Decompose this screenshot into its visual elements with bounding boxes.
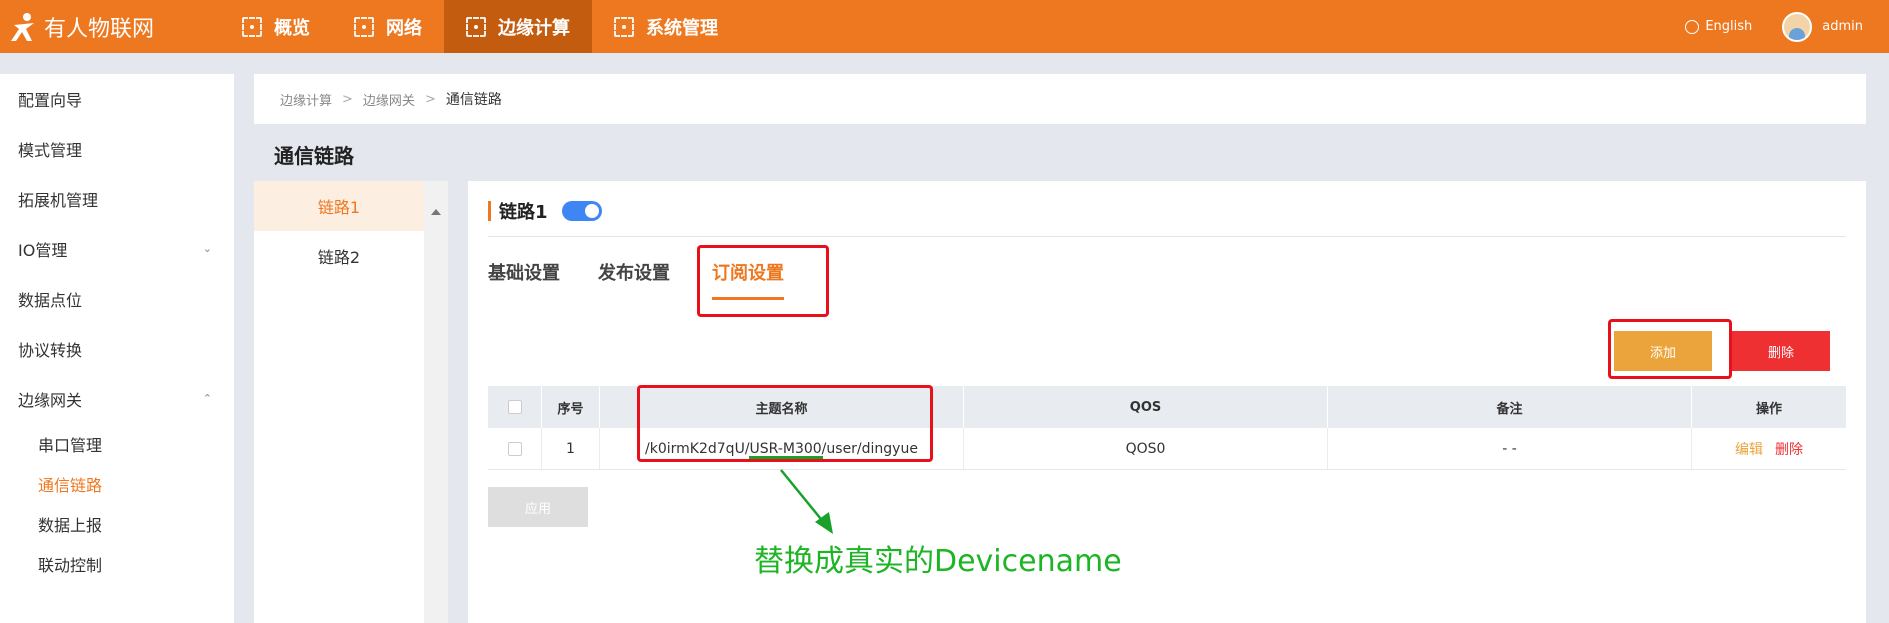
logo-text: 有人物联网 bbox=[44, 16, 155, 42]
sidebar-item-label: 数据点位 bbox=[18, 291, 83, 310]
chevron-down-icon: ⌄ bbox=[202, 242, 212, 255]
nav-network[interactable]: 网络 bbox=[332, 0, 444, 53]
header-index: 序号 bbox=[542, 386, 600, 428]
chevron-right-icon: > bbox=[342, 91, 353, 107]
sidebar-item-label: 配置向导 bbox=[18, 91, 83, 110]
highlight-box-add bbox=[1608, 319, 1732, 379]
scrollbar[interactable] bbox=[424, 181, 448, 623]
breadcrumb-current: 通信链路 bbox=[445, 92, 502, 108]
sidebar-item-label: 模式管理 bbox=[18, 141, 83, 160]
breadcrumb-item[interactable]: 边缘计算 bbox=[280, 90, 332, 109]
sidebar-subitem-data-report[interactable]: 数据上报 bbox=[0, 504, 234, 544]
top-right-controls: English admin bbox=[1685, 0, 1863, 53]
sidebar-item-mode-management[interactable]: 模式管理 bbox=[0, 124, 234, 174]
breadcrumb: 边缘计算 > 边缘网关 > 通信链路 bbox=[254, 74, 1866, 124]
sidebar-item-data-points[interactable]: 数据点位 bbox=[0, 274, 234, 324]
sidebar-subitem-communication-link[interactable]: 通信链路 bbox=[0, 464, 234, 504]
delete-button[interactable]: 删除 bbox=[1732, 331, 1830, 371]
sidebar-item-setup-wizard[interactable]: 配置向导 bbox=[0, 74, 234, 124]
link-settings-panel: 链路1 基础设置 发布设置 订阅设置 添加 删除 序号 主题名称 QOS 备注 … bbox=[468, 181, 1866, 623]
annotation-text: 替换成真实的Devicename bbox=[754, 544, 1122, 579]
sidebar-subitem-serial-management[interactable]: 串口管理 bbox=[0, 424, 234, 464]
link-header: 链路1 bbox=[488, 198, 602, 224]
nav-edge-computing[interactable]: 边缘计算 bbox=[444, 0, 592, 53]
row-note: - - bbox=[1328, 428, 1692, 469]
globe-icon bbox=[1685, 19, 1700, 34]
sidebar-subitem-label: 联动控制 bbox=[38, 556, 103, 575]
avatar[interactable] bbox=[1782, 11, 1813, 42]
sidebar-item-protocol-conversion[interactable]: 协议转换 bbox=[0, 324, 234, 374]
row-actions: 编辑 删除 bbox=[1692, 428, 1846, 469]
header-note: 备注 bbox=[1328, 386, 1692, 428]
nav-label: 系统管理 bbox=[646, 17, 718, 39]
apply-button[interactable]: 应用 bbox=[488, 487, 588, 527]
person-logo-icon bbox=[11, 12, 34, 41]
sidebar-item-label: 拓展机管理 bbox=[18, 191, 99, 210]
main-nav: 概览 网络 边缘计算 系统管理 bbox=[220, 0, 740, 53]
sidebar-item-io-management[interactable]: IO管理 ⌄ bbox=[0, 224, 234, 274]
annotation-arrow-icon bbox=[780, 469, 833, 534]
row-index: 1 bbox=[542, 428, 600, 469]
link-item-1[interactable]: 链路1 bbox=[254, 181, 424, 231]
row-checkbox[interactable] bbox=[507, 441, 522, 456]
sidebar-subitem-label: 数据上报 bbox=[38, 516, 103, 535]
annotation-underline bbox=[749, 456, 823, 459]
sidebar-subitem-label: 通信链路 bbox=[38, 476, 103, 495]
row-qos: QOS0 bbox=[964, 428, 1328, 469]
scroll-up-icon[interactable] bbox=[431, 209, 441, 215]
header-qos: QOS bbox=[964, 386, 1328, 428]
logo[interactable]: 有人物联网 bbox=[0, 11, 220, 43]
sidebar-item-label: IO管理 bbox=[18, 241, 68, 260]
link-item-2[interactable]: 链路2 bbox=[254, 231, 424, 281]
sidebar-item-edge-gateway[interactable]: 边缘网关 ⌃ bbox=[0, 374, 234, 424]
nav-label: 网络 bbox=[386, 17, 422, 39]
tab-basic-settings[interactable]: 基础设置 bbox=[488, 259, 560, 285]
scan-frame-icon bbox=[354, 16, 374, 37]
header-select-all bbox=[488, 386, 542, 428]
highlight-box-topic bbox=[637, 385, 933, 462]
link-list: 链路1 链路2 bbox=[254, 181, 448, 623]
header-actions: 操作 bbox=[1755, 401, 1782, 417]
sidebar-item-label: 协议转换 bbox=[18, 341, 83, 360]
chevron-right-icon: > bbox=[424, 91, 436, 107]
breadcrumb-item[interactable]: 边缘网关 bbox=[363, 90, 415, 109]
divider bbox=[488, 236, 1846, 237]
nav-label: 边缘计算 bbox=[498, 17, 570, 39]
tab-publish-settings[interactable]: 发布设置 bbox=[598, 259, 670, 285]
accent-bar bbox=[488, 201, 491, 221]
sidebar-subitem-linkage-control[interactable]: 联动控制 bbox=[0, 544, 234, 584]
page-title: 通信链路 bbox=[274, 144, 354, 168]
row-select-cell bbox=[488, 428, 542, 469]
link-enable-toggle[interactable] bbox=[561, 201, 602, 221]
top-navbar: 有人物联网 概览 网络 边缘计算 系统管理 English admin bbox=[0, 0, 1889, 53]
sidebar: 配置向导 模式管理 拓展机管理 IO管理 ⌄ 数据点位 协议转换 边缘网关 ⌃ … bbox=[0, 74, 234, 623]
sidebar-item-expansion-management[interactable]: 拓展机管理 bbox=[0, 174, 234, 224]
nav-label: 概览 bbox=[274, 17, 310, 39]
scan-frame-icon bbox=[242, 16, 262, 37]
select-all-checkbox[interactable] bbox=[507, 400, 522, 414]
username[interactable]: admin bbox=[1822, 19, 1863, 34]
scan-frame-icon bbox=[466, 16, 486, 37]
link-title: 链路1 bbox=[499, 202, 548, 223]
edit-link[interactable]: 编辑 bbox=[1735, 439, 1763, 459]
nav-overview[interactable]: 概览 bbox=[220, 0, 332, 53]
sidebar-item-label: 边缘网关 bbox=[18, 391, 83, 410]
highlight-box-tab bbox=[697, 245, 829, 317]
nav-system-management[interactable]: 系统管理 bbox=[592, 0, 740, 53]
sidebar-subitem-label: 串口管理 bbox=[38, 436, 103, 455]
chevron-up-icon: ⌃ bbox=[202, 392, 212, 405]
scan-frame-icon bbox=[614, 16, 634, 37]
language-switch[interactable]: English bbox=[1705, 19, 1752, 34]
delete-link[interactable]: 删除 bbox=[1775, 439, 1803, 459]
